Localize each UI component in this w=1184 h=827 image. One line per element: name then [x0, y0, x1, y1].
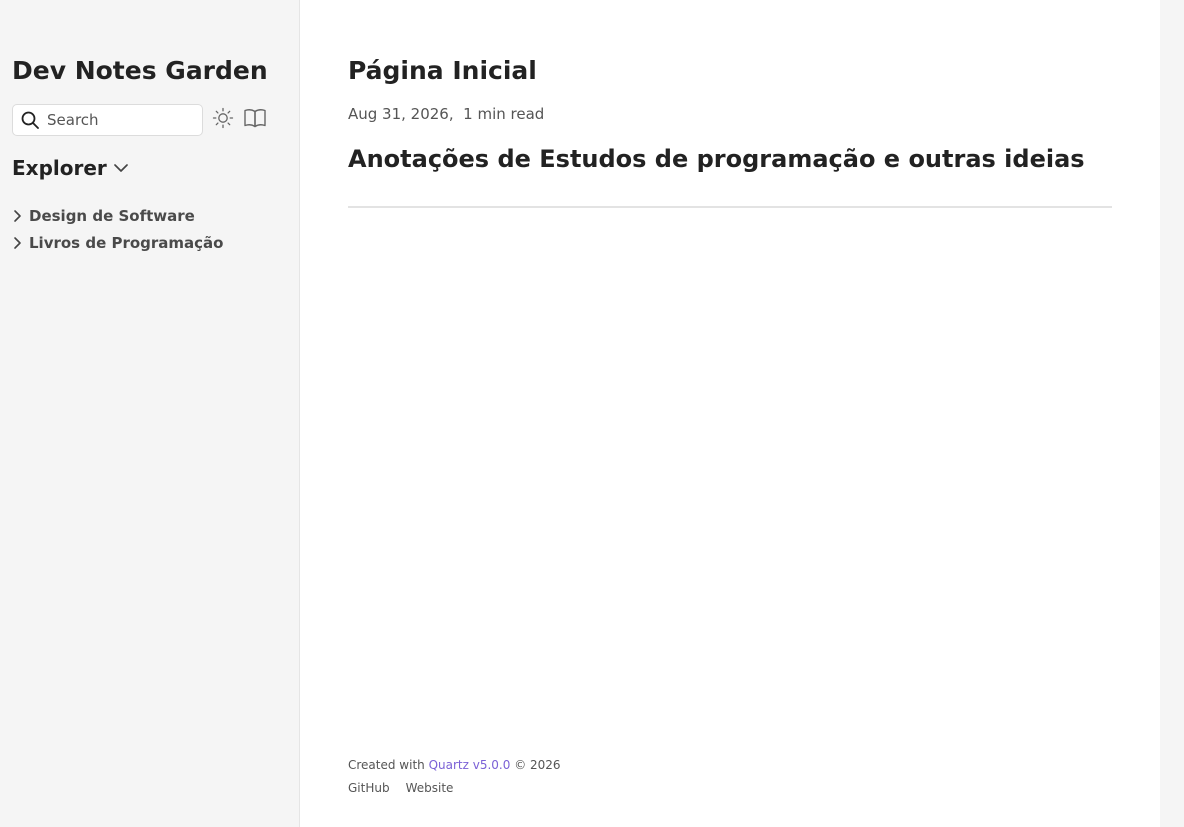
- app-layout: Dev Notes Garden Search Explorer Design …: [0, 0, 1184, 827]
- footer-credit: Created with Quartz v5.0.0 © 2026: [348, 757, 561, 773]
- page-footer: Created with Quartz v5.0.0 © 2026 GitHub…: [348, 757, 561, 796]
- search-label: Search: [47, 111, 99, 129]
- search-button[interactable]: Search: [12, 104, 203, 136]
- github-link[interactable]: GitHub: [348, 780, 390, 796]
- sun-icon: [212, 107, 234, 129]
- folder-label: Design de Software: [29, 206, 195, 225]
- folder-design-de-software[interactable]: Design de Software: [12, 202, 224, 229]
- chevron-right-icon: [14, 209, 21, 222]
- reader-mode-button[interactable]: [243, 106, 267, 130]
- right-gutter: [1160, 0, 1184, 827]
- content-divider: [348, 206, 1112, 208]
- website-link[interactable]: Website: [406, 780, 454, 796]
- footer-links: GitHub Website: [348, 780, 561, 796]
- footer-created-prefix: Created with: [348, 758, 429, 772]
- footer-created-suffix: © 2026: [510, 758, 561, 772]
- chevron-down-icon: [113, 164, 128, 172]
- explorer-tree: Design de Software Livros de Programação: [12, 202, 224, 256]
- book-icon: [244, 109, 266, 128]
- theme-toggle-button[interactable]: [212, 107, 234, 129]
- site-title[interactable]: Dev Notes Garden: [12, 56, 268, 85]
- quartz-link[interactable]: Quartz v5.0.0: [429, 758, 511, 772]
- explorer-title: Explorer: [12, 156, 107, 180]
- search-icon: [21, 111, 39, 129]
- main-content: Página Inicial Aug 31, 2026, 1 min read …: [300, 0, 1160, 827]
- folder-label: Livros de Programação: [29, 233, 224, 252]
- left-sidebar: Dev Notes Garden Search Explorer Design …: [0, 0, 300, 827]
- explorer-toggle[interactable]: Explorer: [12, 156, 129, 180]
- chevron-right-icon: [14, 236, 21, 249]
- folder-livros-de-programacao[interactable]: Livros de Programação: [12, 229, 224, 256]
- content-meta: Aug 31, 2026, 1 min read: [348, 105, 545, 123]
- article-heading: Anotações de Estudos de programação e ou…: [348, 145, 1085, 173]
- page-title: Página Inicial: [348, 56, 537, 85]
